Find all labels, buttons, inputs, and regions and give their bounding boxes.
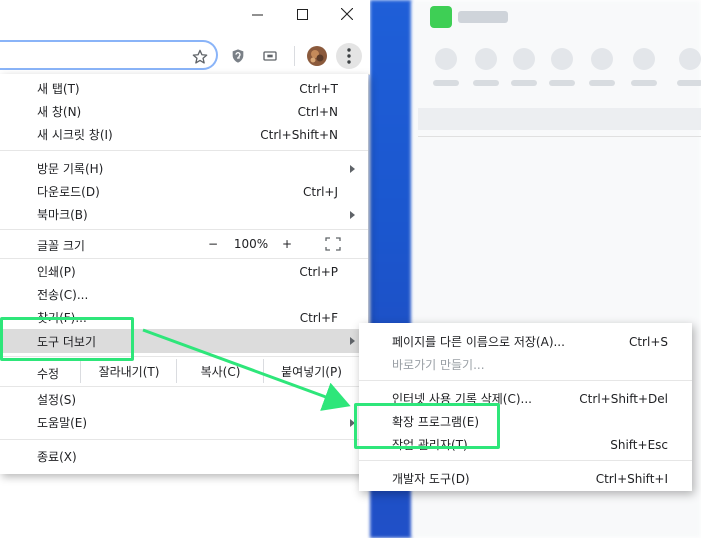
annotation-arrow — [142, 328, 351, 411]
